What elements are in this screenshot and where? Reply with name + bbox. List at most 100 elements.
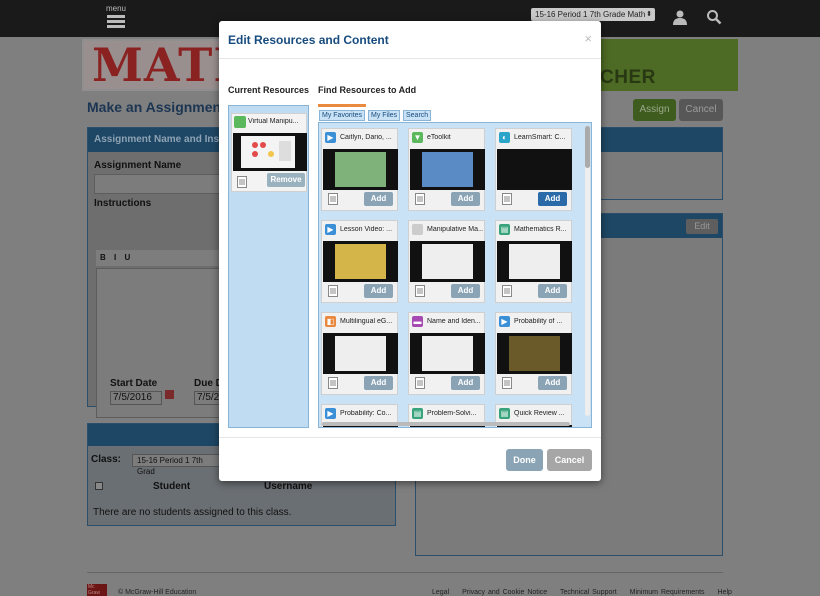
- add-button[interactable]: Add: [538, 192, 567, 206]
- mcgraw-hill-logo: Mc Graw Hill: [87, 584, 107, 596]
- manipulative-icon: [234, 116, 246, 128]
- resource-thumbnail[interactable]: [323, 333, 398, 374]
- assignment-name-input[interactable]: [94, 174, 234, 194]
- resource-thumbnail-image: [335, 152, 386, 187]
- add-button[interactable]: Add: [451, 376, 480, 390]
- resource-card: ▼ eToolkit Add: [408, 128, 485, 211]
- class-dropdown[interactable]: 15-16 Period 1 7th Grad: [132, 454, 220, 476]
- footer-link-legal[interactable]: Legal: [432, 589, 449, 596]
- banner-logo: MATH: [84, 41, 224, 89]
- cancel-button[interactable]: Cancel: [547, 449, 592, 471]
- resource-title: Caitlyn, Dario, ...: [340, 134, 392, 141]
- document-icon[interactable]: [415, 285, 425, 297]
- assign-button[interactable]: Assign: [633, 99, 676, 121]
- footer-link-help[interactable]: Help: [718, 589, 732, 596]
- resource-thumbnail[interactable]: [323, 241, 398, 282]
- resource-thumbnail[interactable]: [410, 333, 485, 374]
- resource-thumbnail[interactable]: [497, 241, 572, 282]
- current-resource-card: Virtual Manipu... Remove: [231, 113, 307, 192]
- resource-thumbnail[interactable]: [410, 241, 485, 282]
- footer-divider: [87, 572, 723, 573]
- username-column-header: Username: [264, 481, 313, 492]
- hamburger-icon: [104, 15, 128, 28]
- add-button[interactable]: Add: [364, 376, 393, 390]
- calendar-icon[interactable]: [165, 390, 174, 399]
- tab-search[interactable]: Search: [403, 110, 432, 121]
- chat-icon: ▬: [412, 316, 423, 327]
- user-icon[interactable]: [672, 9, 688, 25]
- remove-button[interactable]: Remove: [267, 173, 305, 187]
- resource-thumbnail[interactable]: [410, 149, 485, 190]
- edit-resources-modal: Edit Resources and Content × Current Res…: [219, 21, 601, 481]
- edit-button[interactable]: Edit: [686, 219, 718, 234]
- document-icon[interactable]: [502, 193, 512, 205]
- current-resource-title: Virtual Manipu...: [248, 118, 299, 125]
- resource-card: ◧ Multilingual eG... Add: [321, 312, 398, 395]
- find-resources-underline: [318, 104, 366, 107]
- current-resource-thumbnail: [233, 133, 307, 171]
- resource-thumbnail[interactable]: [323, 149, 398, 190]
- empty-students-message: There are no students assigned to this c…: [93, 507, 292, 518]
- footer-link-requirements[interactable]: Minimum Requirements: [630, 589, 705, 596]
- ebook-icon: ▤: [499, 408, 510, 419]
- editor-toolbar[interactable]: B I U: [96, 250, 221, 266]
- footer-copyright: © McGraw-Hill Education: [118, 589, 197, 596]
- resource-card: ▶ Lesson Video: ... Add: [321, 220, 398, 303]
- document-icon[interactable]: [237, 176, 247, 188]
- add-button[interactable]: Add: [451, 192, 480, 206]
- resource-thumbnail-image: [335, 336, 386, 371]
- resource-title: LearnSmart: C...: [514, 134, 566, 141]
- close-icon[interactable]: ×: [584, 31, 592, 46]
- document-icon[interactable]: [328, 377, 338, 389]
- tab-my-favorites[interactable]: My Favorites: [319, 110, 366, 121]
- instructions-label: Instructions: [94, 198, 152, 209]
- banner-right-title: CHER CENTER: [600, 39, 738, 91]
- start-date-label: Start Date: [110, 378, 158, 389]
- vertical-scrollbar[interactable]: [585, 126, 590, 416]
- find-resources-label: Find Resources to Add: [318, 85, 417, 95]
- document-icon[interactable]: [502, 377, 512, 389]
- resource-title: Mathematics R...: [514, 226, 567, 233]
- current-resources-label: Current Resources: [228, 85, 310, 95]
- resource-title: Problem-Solvi...: [427, 410, 477, 417]
- document-icon[interactable]: [328, 285, 338, 297]
- resource-title: Manipulative Ma...: [427, 226, 483, 233]
- start-date-input[interactable]: 7/5/2016: [110, 391, 162, 405]
- add-button[interactable]: Add: [364, 192, 393, 206]
- resource-title: eToolkit: [427, 134, 451, 141]
- current-resource-thumbnail-art: [241, 136, 295, 168]
- document-icon[interactable]: [415, 377, 425, 389]
- page-cancel-button[interactable]: Cancel: [679, 99, 723, 121]
- add-button[interactable]: Add: [538, 376, 567, 390]
- footer-link-privacy[interactable]: Privacy and Cookie Notice: [462, 589, 547, 596]
- search-icon[interactable]: [706, 9, 722, 25]
- resource-thumbnail-image: [422, 244, 473, 279]
- vertical-scrollbar-thumb[interactable]: [585, 126, 590, 168]
- done-button[interactable]: Done: [506, 449, 543, 471]
- add-button[interactable]: Add: [451, 284, 480, 298]
- glossary-icon: ◧: [325, 316, 336, 327]
- class-selector[interactable]: 15-16 Period 1 7th Grade Math ⬍: [531, 8, 655, 21]
- current-resources-panel: Virtual Manipu... Remove: [228, 105, 309, 428]
- tab-my-files[interactable]: My Files: [368, 110, 401, 121]
- due-date-input[interactable]: 7/5/20: [194, 391, 225, 405]
- resource-thumbnail[interactable]: [497, 149, 572, 190]
- resource-thumbnail-image: [422, 336, 473, 371]
- resource-thumbnail-image: [509, 336, 560, 371]
- document-icon[interactable]: [328, 193, 338, 205]
- video-icon: ▶: [499, 316, 510, 327]
- document-icon[interactable]: [502, 285, 512, 297]
- footer-link-support[interactable]: Technical Support: [560, 589, 617, 596]
- add-button[interactable]: Add: [538, 284, 567, 298]
- add-button[interactable]: Add: [364, 284, 393, 298]
- resource-card: ◐ LearnSmart: C... Add: [495, 128, 572, 211]
- modal-footer-divider: [219, 437, 601, 438]
- menu-label: menu: [105, 4, 126, 13]
- select-all-checkbox[interactable]: [95, 482, 103, 490]
- menu-button[interactable]: menu: [104, 5, 128, 30]
- class-label: Class:: [91, 454, 122, 465]
- resource-title: Probability: Co...: [340, 410, 392, 417]
- resource-thumbnail[interactable]: [497, 333, 572, 374]
- document-icon[interactable]: [415, 193, 425, 205]
- horizontal-scrollbar[interactable]: [322, 422, 570, 426]
